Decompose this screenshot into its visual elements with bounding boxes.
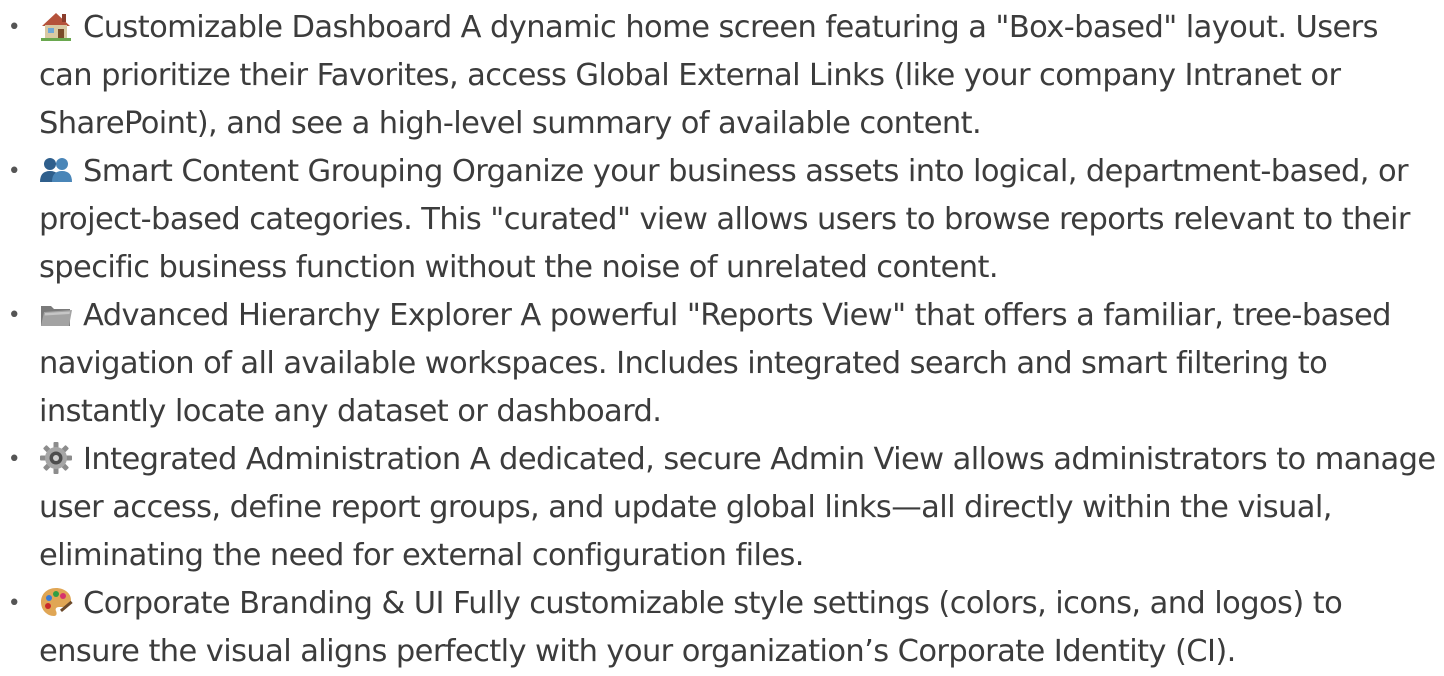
feature-item-branding: • Corporate Branding & UI Fully customiz…: [0, 580, 1444, 676]
feature-item-grouping: • Smart Content Grouping Organize your b…: [0, 148, 1444, 292]
feature-text: Customizable Dashboard A dynamic home sc…: [39, 10, 1379, 141]
feature-text: Integrated Administration A dedicated, s…: [39, 442, 1436, 573]
folder-icon: [39, 297, 73, 331]
gear-icon: [39, 441, 73, 475]
bullet: •: [7, 303, 21, 328]
feature-list: • Customizable Dashboard A dynamic home …: [0, 0, 1444, 676]
bullet: •: [7, 15, 21, 40]
bullet: •: [7, 159, 21, 184]
bullet: •: [7, 447, 21, 472]
feature-text: Advanced Hierarchy Explorer A powerful "…: [39, 298, 1392, 429]
feature-item-explorer: • Advanced Hierarchy Explorer A powerful…: [0, 292, 1444, 436]
house-icon: [39, 9, 73, 43]
feature-item-dashboard: • Customizable Dashboard A dynamic home …: [0, 4, 1444, 148]
people-icon: [39, 153, 73, 187]
feature-text: Smart Content Grouping Organize your bus…: [39, 154, 1410, 285]
feature-item-administration: • Integrated Administration A dedicated,…: [0, 436, 1444, 580]
bullet: •: [7, 591, 21, 616]
palette-icon: [39, 585, 73, 619]
feature-text: Corporate Branding & UI Fully customizab…: [39, 586, 1343, 669]
